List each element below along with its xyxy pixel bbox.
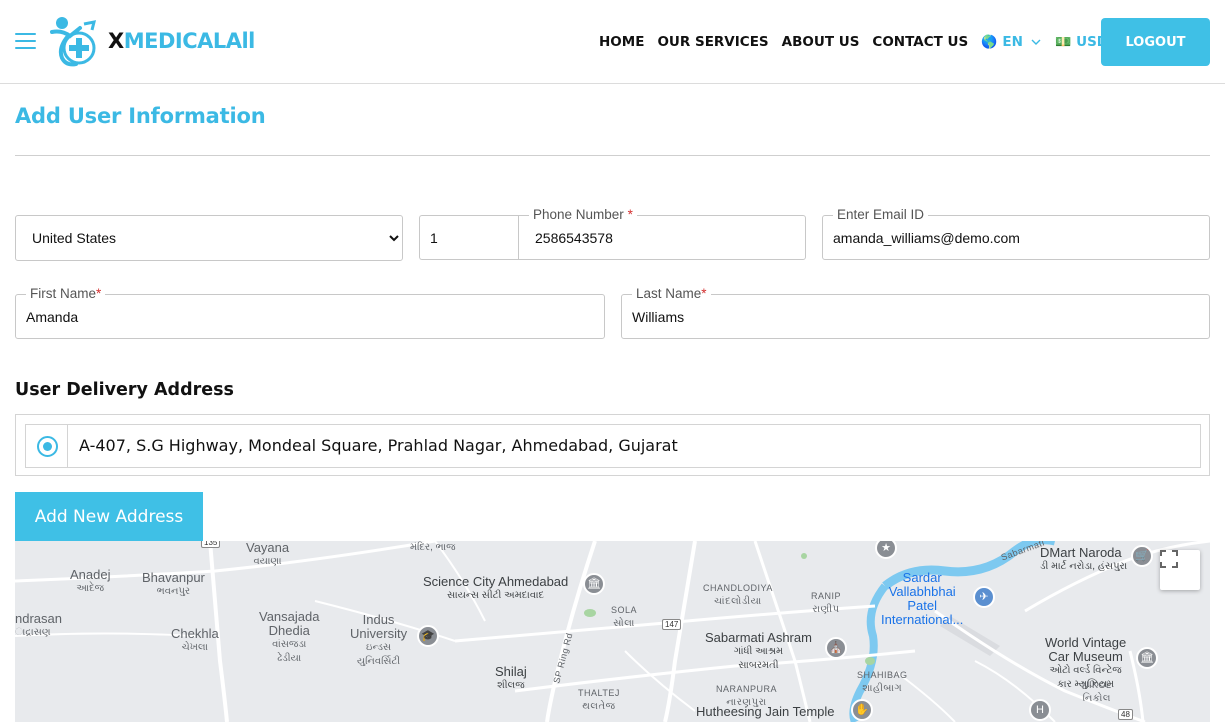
chevron-down-icon — [1031, 39, 1041, 45]
logo-icon — [50, 17, 97, 67]
nav-home[interactable]: HOME — [599, 34, 644, 50]
university-icon[interactable]: 🎓 — [417, 625, 439, 647]
temple-icon[interactable]: ⛪ — [825, 637, 847, 659]
highway-shield-48: 48 — [1118, 709, 1133, 720]
map-label-anadej: Anadej આદેજ — [70, 567, 111, 595]
first-name-field: First Name* — [15, 286, 605, 339]
delivery-address-heading: User Delivery Address — [15, 380, 234, 400]
airport-icon[interactable]: ✈ — [973, 586, 995, 608]
map-label-bhavanpur: Bhavanpur ભવનપુર — [142, 570, 205, 598]
map-label-shilaj: Shilaj શીલજ — [495, 664, 527, 692]
language-value: EN — [1002, 34, 1023, 50]
language-selector[interactable]: 🌎 EN — [981, 34, 1041, 50]
map-label-sola: SOLA સોલા — [611, 605, 638, 629]
map-label-nikol: NIKOL નિકોલ — [1082, 680, 1112, 704]
email-label: Enter Email ID — [833, 207, 929, 223]
page-title: Add User Information — [15, 104, 266, 128]
phone-field: Phone Number * — [518, 207, 806, 260]
country-select[interactable]: United States — [16, 216, 402, 260]
map-label-science-city: Science City Ahmedabad સાયન્સ સીટી અમદાવા… — [423, 574, 569, 602]
country-select-wrapper: United States — [15, 215, 403, 261]
highway-shield-147: 147 — [662, 619, 682, 630]
map-label-vayana: Vayana વયાણા — [246, 541, 290, 567]
fullscreen-button[interactable] — [1160, 550, 1200, 590]
map-label-adrasan: ndrasanાદ્રાસણ — [15, 611, 62, 639]
map-label-chekhla: Chekhla ચેખલા — [171, 626, 219, 654]
museum-icon[interactable]: 🏛 — [583, 573, 605, 595]
address-option: A-407, S.G Highway, Mondeal Square, Prah… — [15, 414, 1210, 476]
map-label-hutheesing: Hutheesing Jain Temple — [696, 704, 835, 719]
temple-icon[interactable]: ✋ — [851, 699, 873, 721]
highway-shield-135: 135 — [201, 541, 221, 548]
nav-our-services[interactable]: OUR SERVICES — [657, 34, 768, 50]
country-code-wrapper — [419, 215, 519, 260]
map-label-sabarmati-ashram: Sabarmati Ashram ગાંધી આશ્રમ સાબરમતી — [705, 630, 812, 672]
nav-contact-us[interactable]: CONTACT US — [872, 34, 968, 50]
museum-icon[interactable]: 🏛 — [1136, 647, 1158, 669]
map-label-ranip: RANIP રાણીપ — [811, 591, 842, 615]
radio-selected-icon — [36, 435, 58, 457]
hospital-icon[interactable]: H — [1029, 699, 1051, 721]
brand-name: XMEDICALAll — [108, 29, 255, 53]
logout-button[interactable]: LOGOUT — [1101, 18, 1210, 66]
divider — [15, 155, 1210, 156]
map-label-mandir: મંદિર, ભાજ — [410, 542, 456, 553]
add-new-address-button[interactable]: Add New Address — [15, 492, 203, 541]
fullscreen-icon — [1160, 550, 1178, 568]
map-label-indus-university: Indus University ઇન્ડસ યુનિવર્સિટી — [350, 612, 408, 668]
address-text: A-407, S.G Highway, Mondeal Square, Prah… — [67, 424, 1201, 468]
last-name-label: Last Name* — [632, 286, 711, 302]
nav-about-us[interactable]: ABOUT US — [782, 34, 860, 50]
map[interactable]: Vayana વયાણા મંદિર, ભાજ Anadej આદેજ Bhavan… — [15, 541, 1210, 722]
address-radio[interactable] — [25, 424, 68, 468]
map-label-thaltej: THALTEJ થલતેજ — [578, 688, 620, 712]
map-label-chandlodiya: CHANDLODIYA ચાંદલોડીયા — [703, 583, 773, 607]
logo[interactable]: XMEDICALAll — [48, 14, 255, 68]
menu-icon[interactable] — [15, 33, 36, 50]
map-label-vansajada: Vansajada Dhedia વાંસજડા ઢેડીયા — [259, 609, 320, 665]
email-field: Enter Email ID — [822, 207, 1210, 260]
main-nav: HOME OUR SERVICES ABOUT US CONTACT US 🌎 … — [599, 34, 1140, 50]
first-name-label: First Name* — [26, 286, 106, 302]
map-label-dmart: DMart Naroda ડી માર્ટ નરોડા, હંસપુરા — [1040, 545, 1128, 573]
phone-label: Phone Number * — [529, 207, 637, 223]
country-code-input[interactable] — [420, 216, 519, 259]
map-label-shahibag: SHAHIBAG શાહીબાગ — [857, 670, 908, 694]
shopping-cart-icon[interactable]: 🛒 — [1131, 545, 1153, 567]
map-label-airport: Sardar Vallabhbhai Patel International... — [881, 570, 964, 627]
last-name-field: Last Name* — [621, 286, 1210, 339]
header: XMEDICALAll HOME OUR SERVICES ABOUT US C… — [0, 0, 1225, 84]
money-icon: 💵 — [1054, 34, 1072, 50]
globe-icon: 🌎 — [981, 34, 998, 50]
